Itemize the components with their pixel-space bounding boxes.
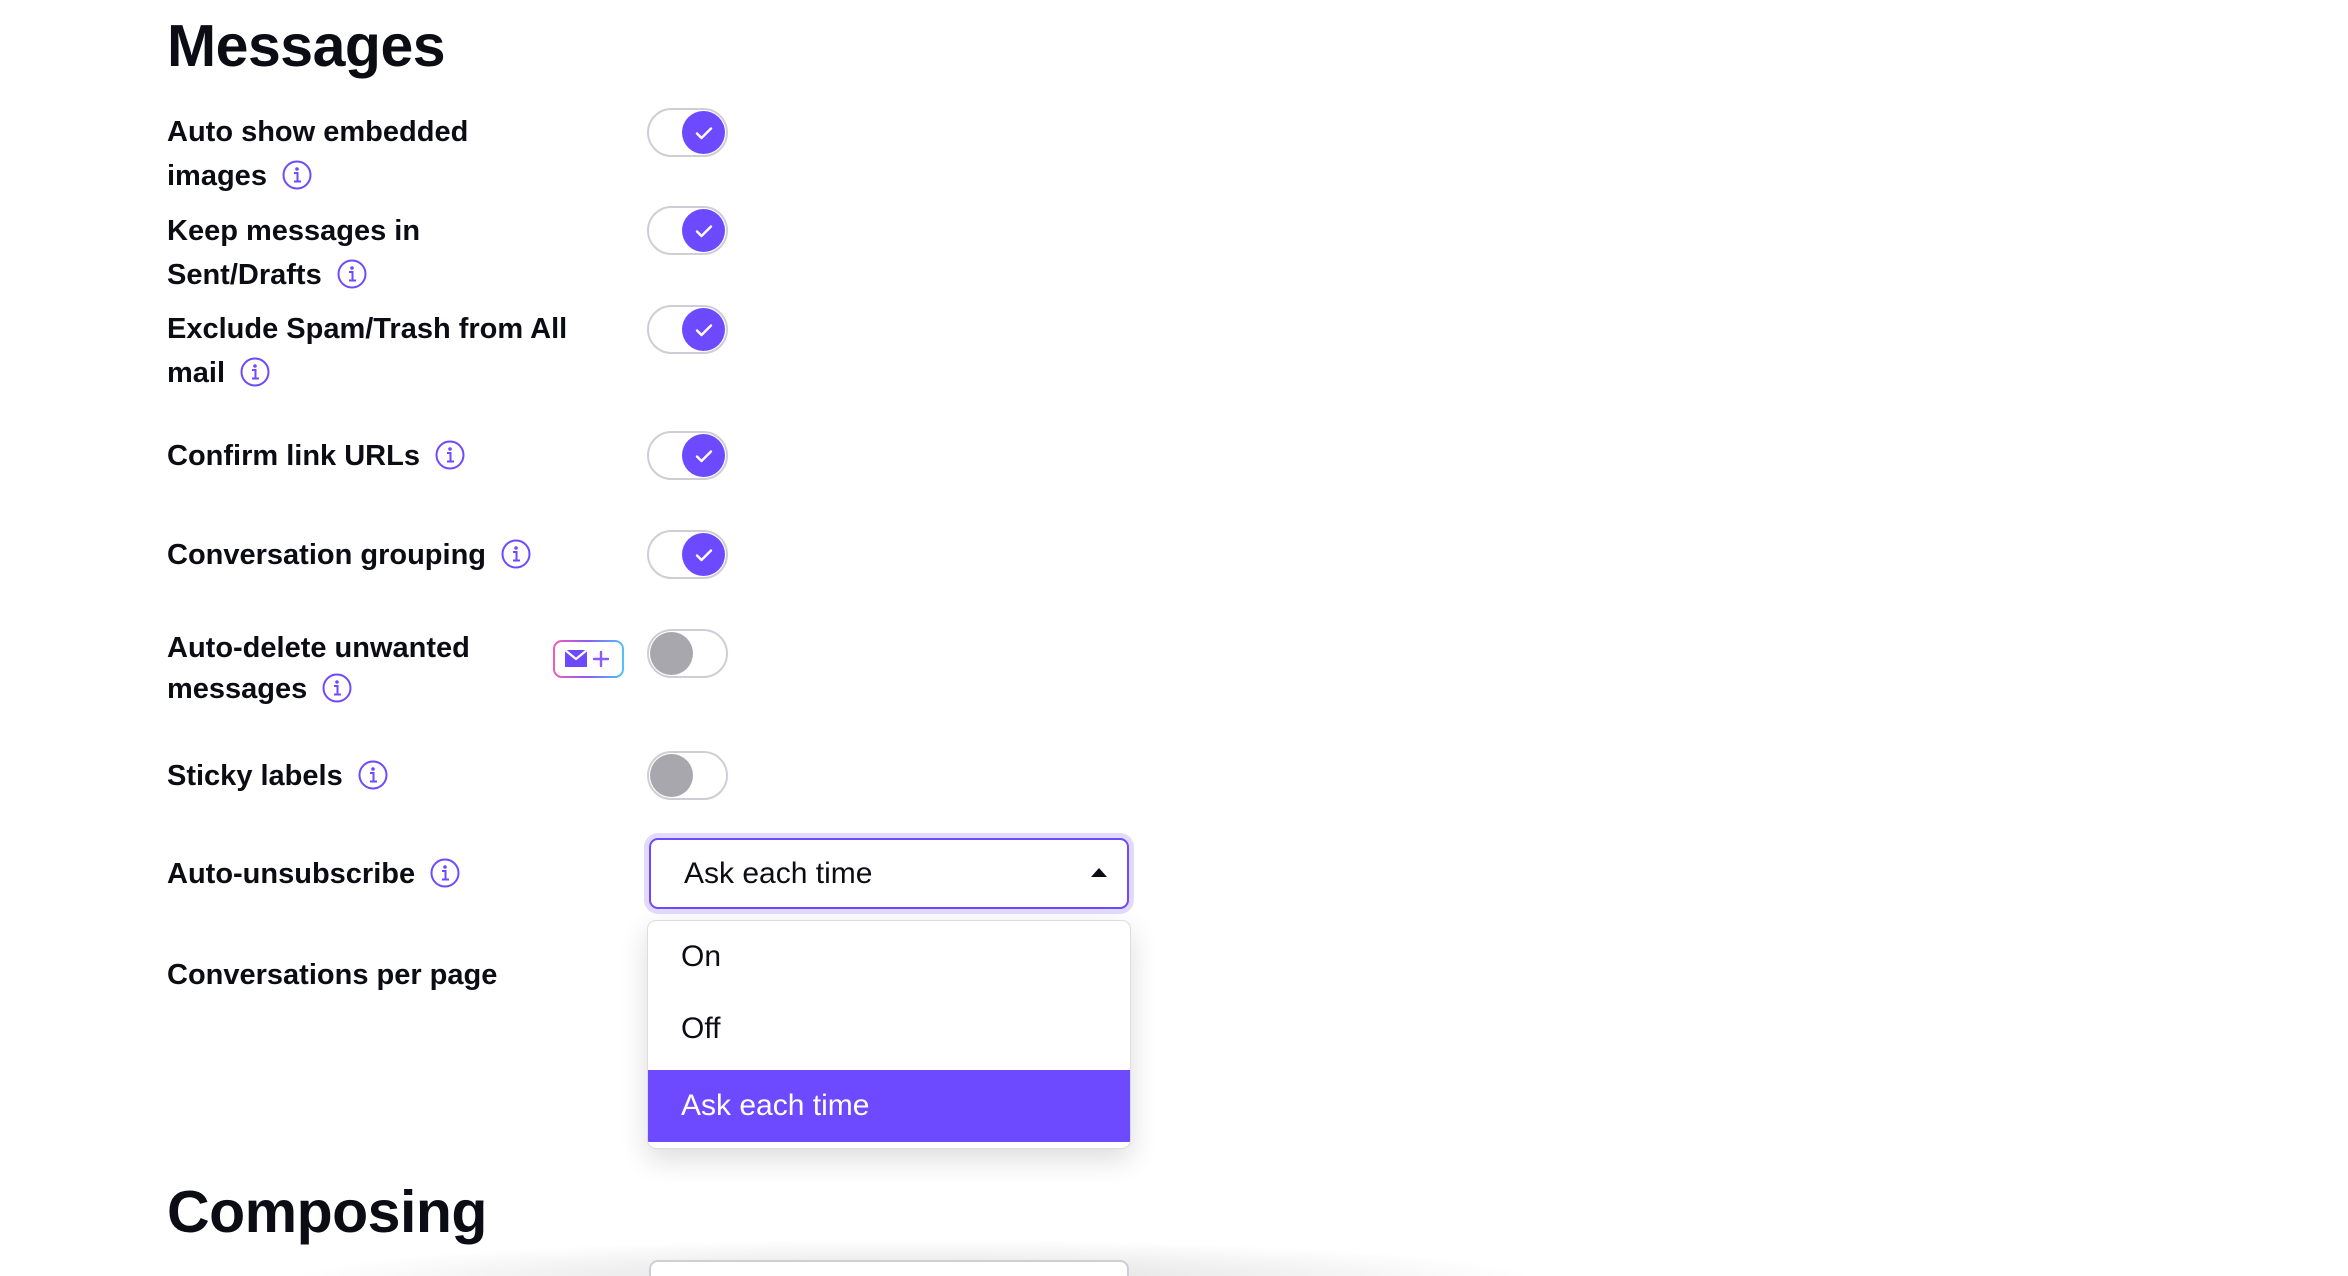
- setting-label-text: Auto-unsubscribe: [167, 858, 416, 890]
- section-title-messages: Messages: [167, 13, 446, 79]
- info-icon[interactable]: [357, 759, 389, 791]
- toggle-auto-show-images[interactable]: [647, 108, 728, 157]
- toggle-knob: [682, 111, 725, 154]
- dropdown-option-off[interactable]: Off: [648, 993, 1130, 1065]
- info-icon[interactable]: [500, 538, 532, 570]
- caret-up-icon: [1091, 868, 1107, 877]
- auto-unsubscribe-dropdown: On Off Ask each time: [647, 920, 1131, 1149]
- mail-plus-icon: [563, 649, 609, 668]
- check-icon: [695, 323, 712, 336]
- setting-label-text: Keep messages in Sent/Drafts: [167, 215, 421, 291]
- check-icon: [695, 126, 712, 139]
- toggle-sticky-labels[interactable]: [647, 751, 728, 800]
- toggle-knob: [682, 533, 725, 576]
- toggle-conversation-grouping[interactable]: [647, 530, 728, 579]
- check-icon: [695, 548, 712, 561]
- select-value: Ask each time: [684, 857, 873, 890]
- setting-label-conversations-per-page: Conversations per page: [167, 953, 567, 997]
- setting-label-confirm-link: Confirm link URLs: [167, 434, 567, 478]
- setting-label-text: Conversations per page: [167, 959, 498, 991]
- check-icon: [695, 224, 712, 237]
- setting-label-text: Auto-delete unwanted messages: [167, 632, 470, 705]
- mail-plus-upsell-badge[interactable]: [553, 640, 624, 678]
- toggle-confirm-link[interactable]: [647, 431, 728, 480]
- setting-label-sticky-labels: Sticky labels: [167, 754, 567, 798]
- setting-label-text: Sticky labels: [167, 760, 343, 792]
- setting-label-auto-show-images: Auto show embedded images: [167, 110, 567, 198]
- toggle-knob: [682, 308, 725, 351]
- toggle-knob: [682, 209, 725, 252]
- section-title-composing: Composing: [167, 1179, 487, 1245]
- info-icon[interactable]: [434, 439, 466, 471]
- setting-label-conversation-grouping: Conversation grouping: [167, 533, 567, 577]
- dropdown-option-on[interactable]: On: [648, 921, 1130, 993]
- toggle-auto-delete[interactable]: [647, 629, 728, 678]
- info-icon[interactable]: [321, 672, 353, 704]
- auto-unsubscribe-select[interactable]: Ask each time: [649, 838, 1129, 909]
- toggle-knob: [682, 434, 725, 477]
- setting-label-exclude-spam: Exclude Spam/Trash from All mail: [167, 307, 587, 395]
- toggle-knob: [650, 754, 693, 797]
- dropdown-option-ask-each-time[interactable]: Ask each time: [648, 1070, 1130, 1142]
- setting-label-keep-messages: Keep messages in Sent/Drafts: [167, 209, 567, 297]
- setting-label-text: Exclude Spam/Trash from All mail: [167, 313, 568, 389]
- info-icon[interactable]: [336, 258, 368, 290]
- toggle-keep-messages[interactable]: [647, 206, 728, 255]
- setting-label-text: Conversation grouping: [167, 539, 486, 571]
- info-icon[interactable]: [429, 857, 461, 889]
- check-icon: [695, 449, 712, 462]
- info-icon[interactable]: [281, 159, 313, 191]
- toggle-exclude-spam[interactable]: [647, 305, 728, 354]
- toggle-knob: [650, 632, 693, 675]
- setting-label-text: Auto show embedded images: [167, 116, 469, 192]
- setting-label-text: Confirm link URLs: [167, 440, 420, 472]
- composing-first-field[interactable]: [649, 1260, 1129, 1276]
- settings-page: Messages Auto show embedded images Keep …: [0, 0, 2348, 1276]
- setting-label-auto-delete: Auto-delete unwanted messages: [167, 628, 547, 710]
- info-icon[interactable]: [239, 356, 271, 388]
- setting-label-auto-unsubscribe: Auto-unsubscribe: [167, 852, 567, 896]
